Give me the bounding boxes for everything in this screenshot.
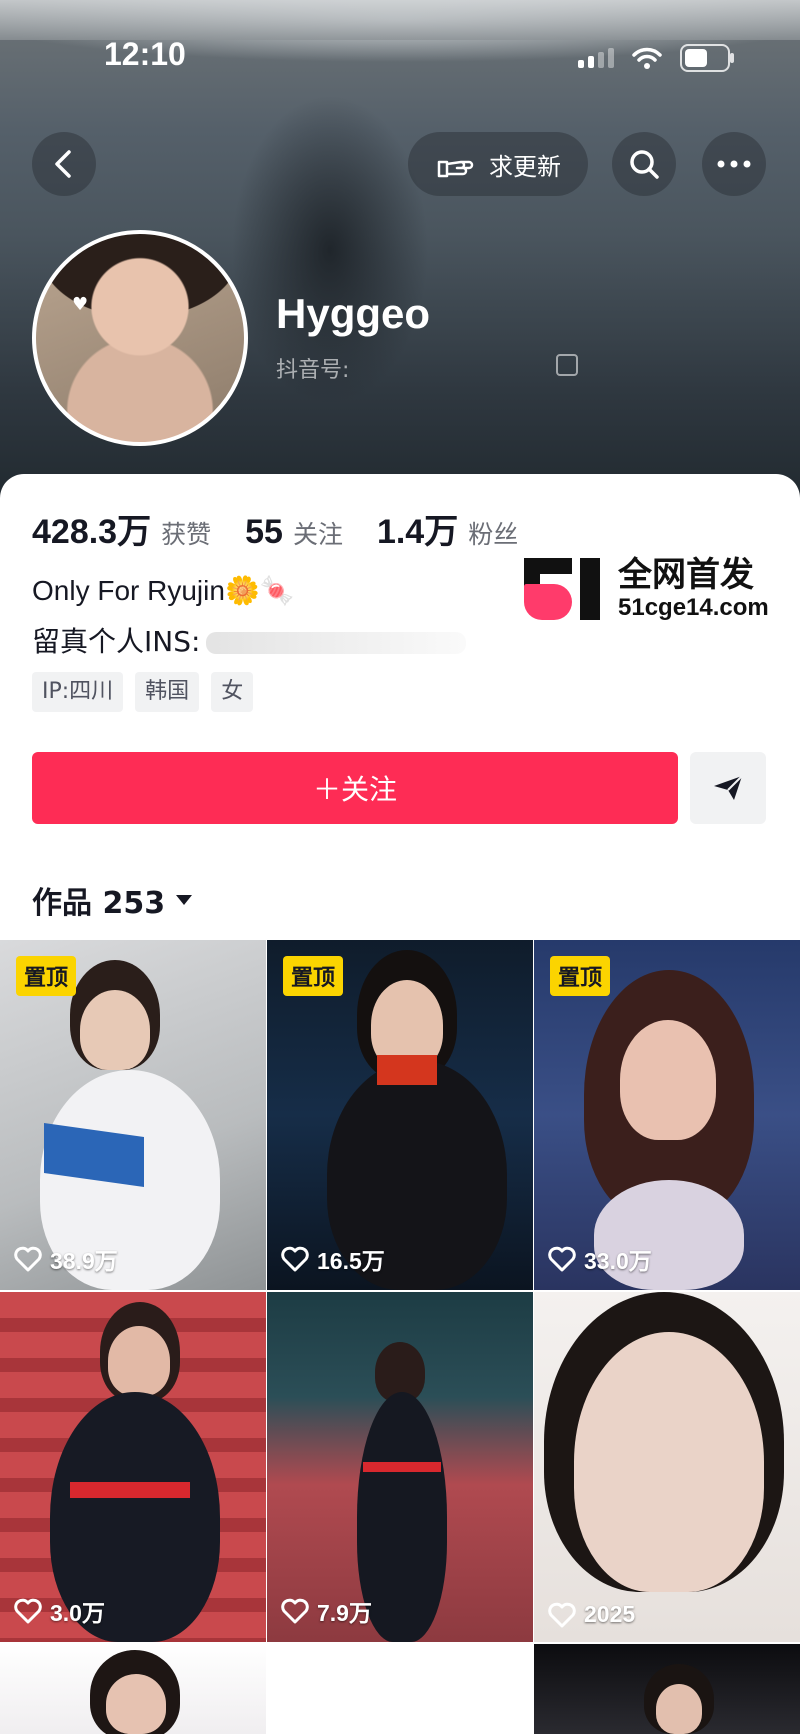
video-likes-count: 3.0万 [50, 1600, 105, 1626]
profile-name: Hyggeo [276, 290, 431, 337]
video-likes-count: 33.0万 [584, 1248, 652, 1274]
video-likes: 33.0万 [548, 1242, 652, 1276]
stat-likes[interactable]: 428.3万 获赞 [32, 504, 211, 553]
stat-value: 1.4万 [376, 513, 459, 551]
signal-icon [578, 48, 614, 68]
pointing-hand-icon [437, 160, 474, 178]
pinned-badge: 置顶 [16, 956, 77, 996]
video-tile[interactable]: 置顶 33.0万 [534, 940, 800, 1290]
stat-value: 55 [245, 513, 283, 551]
watermark-url: 51cge14.com [618, 594, 769, 621]
bio-line-2-text: 留真个人INS: [32, 625, 201, 658]
stat-label: 获赞 [161, 520, 212, 549]
profile-avatar[interactable]: ♥ [32, 230, 248, 446]
tag-country: 韩国 [135, 672, 200, 712]
video-tile[interactable]: 3.0万 [0, 1292, 266, 1642]
chevron-left-icon [55, 150, 71, 178]
stat-value: 428.3万 [32, 513, 152, 551]
request-update-label: 求更新 [489, 152, 561, 181]
more-dots-icon [717, 160, 751, 168]
blurred-handle [206, 632, 467, 654]
watermark-logo [524, 554, 604, 624]
site-watermark: 全网首发 51cge14.com [524, 552, 784, 626]
works-tab[interactable]: 作品 253 [32, 878, 193, 922]
video-tile[interactable]: 7.9万 [267, 1292, 533, 1642]
profile-stats: 428.3万 获赞 55 关注 1.4万 粉丝 [32, 504, 518, 553]
video-tile[interactable]: 2025 [534, 1292, 800, 1642]
video-likes-count: 7.9万 [317, 1600, 372, 1626]
heart-outline-icon [14, 1598, 42, 1624]
pinned-badge: 置顶 [550, 956, 611, 996]
follow-button[interactable]: ＋关注 [32, 752, 678, 824]
watermark-title: 全网首发 [618, 555, 754, 595]
video-likes-count: 38.9万 [50, 1248, 118, 1274]
request-update-button[interactable]: 求更新 [408, 132, 588, 196]
heart-icon: ♥ [72, 294, 89, 315]
video-likes: 7.9万 [281, 1594, 372, 1628]
video-tile[interactable] [534, 1644, 800, 1734]
stat-label: 粉丝 [468, 520, 519, 549]
heart-outline-icon [281, 1598, 309, 1624]
tag-ip: IP:四川 [32, 672, 124, 712]
works-label: 作品 253 [32, 886, 166, 921]
tag-gender: 女 [211, 672, 254, 712]
more-button[interactable] [702, 132, 766, 196]
heart-outline-icon [14, 1246, 42, 1272]
profile-tags: IP:四川 韩国 女 [32, 672, 254, 712]
video-tile[interactable] [267, 1644, 533, 1734]
heart-outline-icon [548, 1602, 576, 1627]
back-button[interactable] [32, 132, 96, 196]
video-tile[interactable] [0, 1644, 266, 1734]
video-likes: 38.9万 [14, 1242, 118, 1276]
video-likes-count: 2025 [584, 1601, 636, 1627]
video-tile[interactable]: 置顶 38.9万 [0, 940, 266, 1290]
send-icon [714, 775, 743, 800]
heart-outline-icon [548, 1246, 576, 1272]
status-time: 12:10 [104, 36, 186, 72]
stat-label: 关注 [292, 520, 343, 549]
video-grid: 置顶 38.9万 置顶 16.5万 置顶 33.0万 3.0万 7.9万 202… [0, 940, 800, 1734]
search-button[interactable] [612, 132, 676, 196]
stat-following[interactable]: 55 关注 [245, 513, 343, 552]
follow-button-label: ＋关注 [312, 773, 397, 806]
copy-icon[interactable] [556, 354, 578, 376]
status-icons [578, 44, 734, 72]
bio-line-2: 留真个人INS: [32, 620, 467, 660]
video-likes: 3.0万 [14, 1594, 105, 1628]
douyin-id: 抖音号: [276, 358, 350, 383]
battery-icon [680, 44, 734, 72]
video-likes: 16.5万 [281, 1242, 385, 1276]
pinned-badge: 置顶 [283, 956, 344, 996]
message-button[interactable] [690, 752, 766, 824]
video-likes-count: 16.5万 [317, 1248, 385, 1274]
video-likes: 2025 [548, 1601, 635, 1628]
stat-followers[interactable]: 1.4万 粉丝 [377, 504, 518, 553]
heart-outline-icon [281, 1246, 309, 1272]
wifi-icon [632, 47, 662, 69]
header-wave-image [0, 0, 800, 40]
caret-down-icon [176, 895, 193, 905]
search-icon [630, 150, 659, 179]
bio-line-1: Only For Ryujin🌼🍬 [32, 575, 295, 606]
video-tile[interactable]: 置顶 16.5万 [267, 940, 533, 1290]
